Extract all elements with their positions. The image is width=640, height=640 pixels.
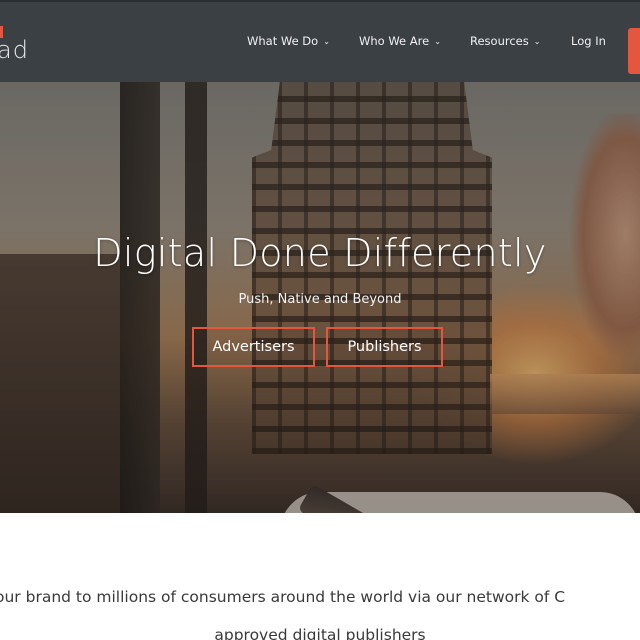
hero-title: Digital Done Differently [93,231,547,275]
intro-text-line-2: approved digital publishers [214,626,426,640]
main-nav: What We Do ⌄ Who We Are ⌄ Resources ⌄ Lo… [0,34,640,52]
header-top-border [0,0,640,2]
nav-item-label: Resources [470,34,529,48]
advertisers-button[interactable]: Advertisers [192,327,315,367]
intro-text-line-1: our brand to millions of consumers aroun… [0,588,566,606]
publishers-button[interactable]: Publishers [326,327,443,367]
chevron-down-icon: ⌄ [533,36,541,46]
nav-item-who-we-are[interactable]: Who We Are ⌄ [359,34,441,48]
nav-item-label: What We Do [247,34,319,48]
chevron-down-icon: ⌄ [434,36,441,46]
hero-subtitle: Push, Native and Beyond [238,292,402,307]
nav-item-what-we-do[interactable]: What We Do ⌄ [247,34,330,48]
nav-item-label: Who We Are [359,34,430,48]
nav-item-resources[interactable]: Resources ⌄ [470,34,540,48]
nav-item-label: Log In [571,34,606,48]
nav-item-log-in[interactable]: Log In [571,34,606,48]
header-cta-button-edge[interactable] [628,28,640,74]
site-header: ad What We Do ⌄ Who We Are ⌄ Resources ⌄… [0,0,640,82]
chevron-down-icon: ⌄ [323,36,330,46]
hero-section: Digital Done Differently Push, Native an… [0,74,640,513]
